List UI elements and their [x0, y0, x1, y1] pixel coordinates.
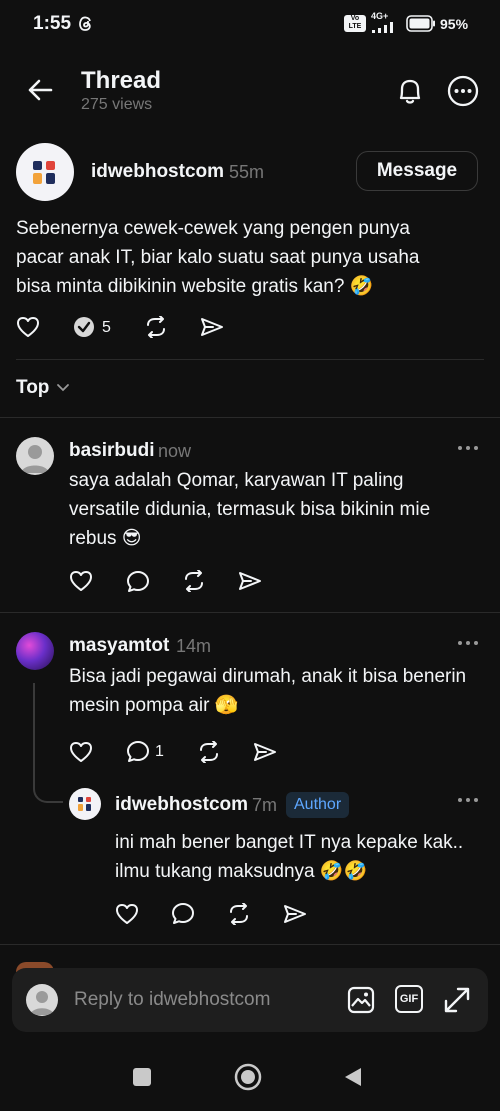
comment-reply-count: 1 — [155, 743, 164, 760]
comment-icon[interactable] — [171, 902, 195, 926]
divider — [16, 359, 484, 360]
repost-icon[interactable] — [182, 570, 206, 592]
system-nav-bar — [0, 1045, 500, 1111]
idwebhost-logo-icon — [78, 797, 91, 811]
comment-text: Bisa jadi pegawai dirumah, anak it bisa … — [69, 666, 467, 716]
home-icon[interactable] — [234, 1063, 262, 1091]
avatar[interactable] — [16, 437, 54, 475]
back-arrow-icon[interactable] — [27, 78, 53, 102]
gif-icon[interactable]: GIF — [395, 985, 423, 1013]
author-badge: Author — [286, 792, 350, 818]
post-author[interactable]: idwebhostcom — [91, 161, 224, 183]
battery-percent: 95% — [440, 16, 469, 32]
sort-dropdown[interactable]: Top — [16, 377, 69, 401]
page-title: Thread — [81, 67, 162, 94]
share-icon[interactable] — [238, 571, 262, 591]
volte-badge: Vo LTE — [344, 15, 366, 32]
bell-icon[interactable] — [396, 76, 424, 106]
post-time: 55m — [229, 162, 265, 182]
avatar[interactable] — [16, 143, 74, 201]
comment-author[interactable]: idwebhostcom — [115, 794, 248, 816]
share-icon[interactable] — [253, 742, 277, 762]
reply-check-icon[interactable] — [73, 316, 95, 338]
comment-item: basirbudi now saya adalah Qomar, karyawa… — [0, 418, 500, 613]
comment-text: ini mah bener banget IT nya kepake kak..… — [115, 832, 464, 882]
comment-more-icon[interactable] — [458, 640, 478, 646]
threads-status-icon — [78, 15, 94, 33]
default-user-icon — [21, 445, 49, 473]
expand-icon[interactable] — [442, 985, 472, 1015]
header: Thread 275 views — [0, 55, 500, 130]
comment-icon[interactable] — [126, 570, 150, 594]
default-user-icon — [30, 991, 54, 1015]
message-button[interactable]: Message — [356, 151, 478, 191]
more-options-icon[interactable] — [447, 75, 479, 107]
share-icon[interactable] — [283, 904, 307, 924]
heart-icon[interactable] — [16, 316, 40, 338]
avatar[interactable] — [69, 788, 101, 820]
comment-more-icon[interactable] — [458, 445, 478, 451]
idwebhost-logo-icon — [33, 161, 55, 184]
comment-author[interactable]: masyamtot — [69, 635, 169, 657]
status-bar: 1:55 Vo LTE 4G+ 95% — [0, 0, 500, 50]
comment-item: masyamtot 14m Bisa jadi pegawai dirumah,… — [0, 613, 500, 785]
comment-more-icon[interactable] — [458, 797, 478, 803]
main-post: idwebhostcom 55m Message Sebenernya cewe… — [0, 140, 500, 360]
nested-reply: idwebhostcom 7m ini mah bener banget IT … — [0, 785, 500, 945]
reply-composer[interactable]: Reply to idwebhostcom GIF — [12, 968, 488, 1032]
image-icon[interactable] — [346, 985, 376, 1015]
sort-label: Top — [16, 377, 50, 398]
avatar[interactable] — [16, 632, 54, 670]
comment-icon[interactable] — [126, 740, 150, 764]
post-text: Sebenernya cewek-cewek yang pengen punya… — [16, 218, 420, 297]
comment-time: now — [158, 441, 192, 461]
heart-icon[interactable] — [115, 903, 139, 925]
share-icon[interactable] — [200, 317, 224, 337]
repost-icon[interactable] — [227, 903, 251, 925]
repost-icon[interactable] — [197, 741, 221, 763]
view-count[interactable]: 275 views — [81, 96, 152, 114]
heart-icon[interactable] — [69, 741, 93, 763]
comment-time: 14m — [176, 636, 212, 656]
divider — [0, 944, 500, 945]
status-time: 1:55 — [33, 13, 72, 34]
recents-icon[interactable] — [133, 1068, 151, 1086]
heart-icon[interactable] — [69, 570, 93, 592]
repost-icon[interactable] — [144, 316, 168, 338]
back-nav-icon[interactable] — [343, 1066, 363, 1088]
comment-text: saya adalah Qomar, karyawan IT paling ve… — [69, 470, 431, 549]
post-reply-count: 5 — [102, 319, 111, 336]
chevron-down-icon — [56, 383, 70, 393]
comment-time: 7m — [252, 795, 278, 815]
signal-icon — [371, 21, 401, 33]
battery-icon — [406, 15, 436, 32]
avatar — [26, 984, 58, 1016]
reply-input[interactable]: Reply to idwebhostcom — [74, 989, 270, 1011]
comment-author[interactable]: basirbudi — [69, 440, 155, 462]
network-type: 4G+ — [371, 11, 389, 21]
